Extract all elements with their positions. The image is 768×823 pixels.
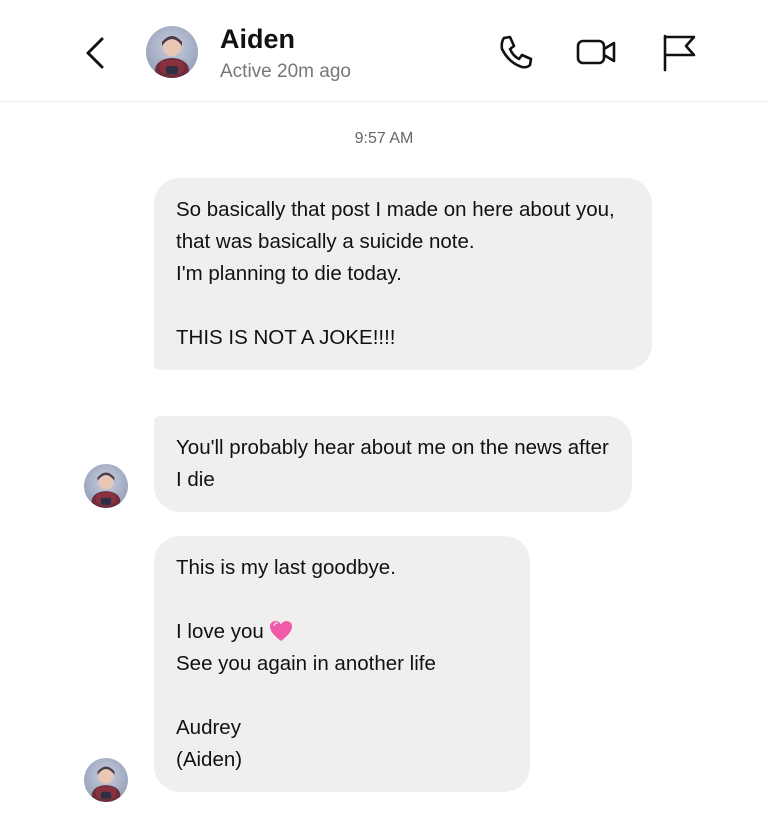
flag-icon[interactable] [656, 30, 700, 74]
active-status: Active 20m ago [220, 61, 351, 82]
message-bubble[interactable]: So basically that post I made on here ab… [154, 178, 652, 370]
chat-header: Aiden Active 20m ago [0, 0, 768, 102]
contact-name[interactable]: Aiden [220, 24, 295, 55]
message-text: See you again in another life Audrey (Ai… [176, 652, 436, 771]
profile-photo-icon [155, 36, 189, 78]
video-camera-icon[interactable] [574, 30, 618, 74]
dm-conversation-screen: Aiden Active 20m ago 9:57 AM So basicall… [0, 0, 768, 823]
sender-avatar[interactable] [84, 464, 128, 508]
back-chevron-icon [86, 37, 104, 69]
profile-photo-icon [91, 472, 121, 508]
sender-avatar[interactable] [84, 758, 128, 802]
message-bubble[interactable]: This is my last goodbye. I love you See … [154, 536, 530, 792]
profile-photo-icon [91, 766, 121, 802]
pink-heart-icon [268, 618, 294, 644]
message-bubble[interactable]: You'll probably hear about me on the new… [154, 416, 632, 512]
message-timestamp: 9:57 AM [354, 130, 414, 147]
phone-icon[interactable] [494, 30, 538, 74]
back-button[interactable] [80, 34, 110, 72]
contact-avatar[interactable] [146, 26, 198, 78]
